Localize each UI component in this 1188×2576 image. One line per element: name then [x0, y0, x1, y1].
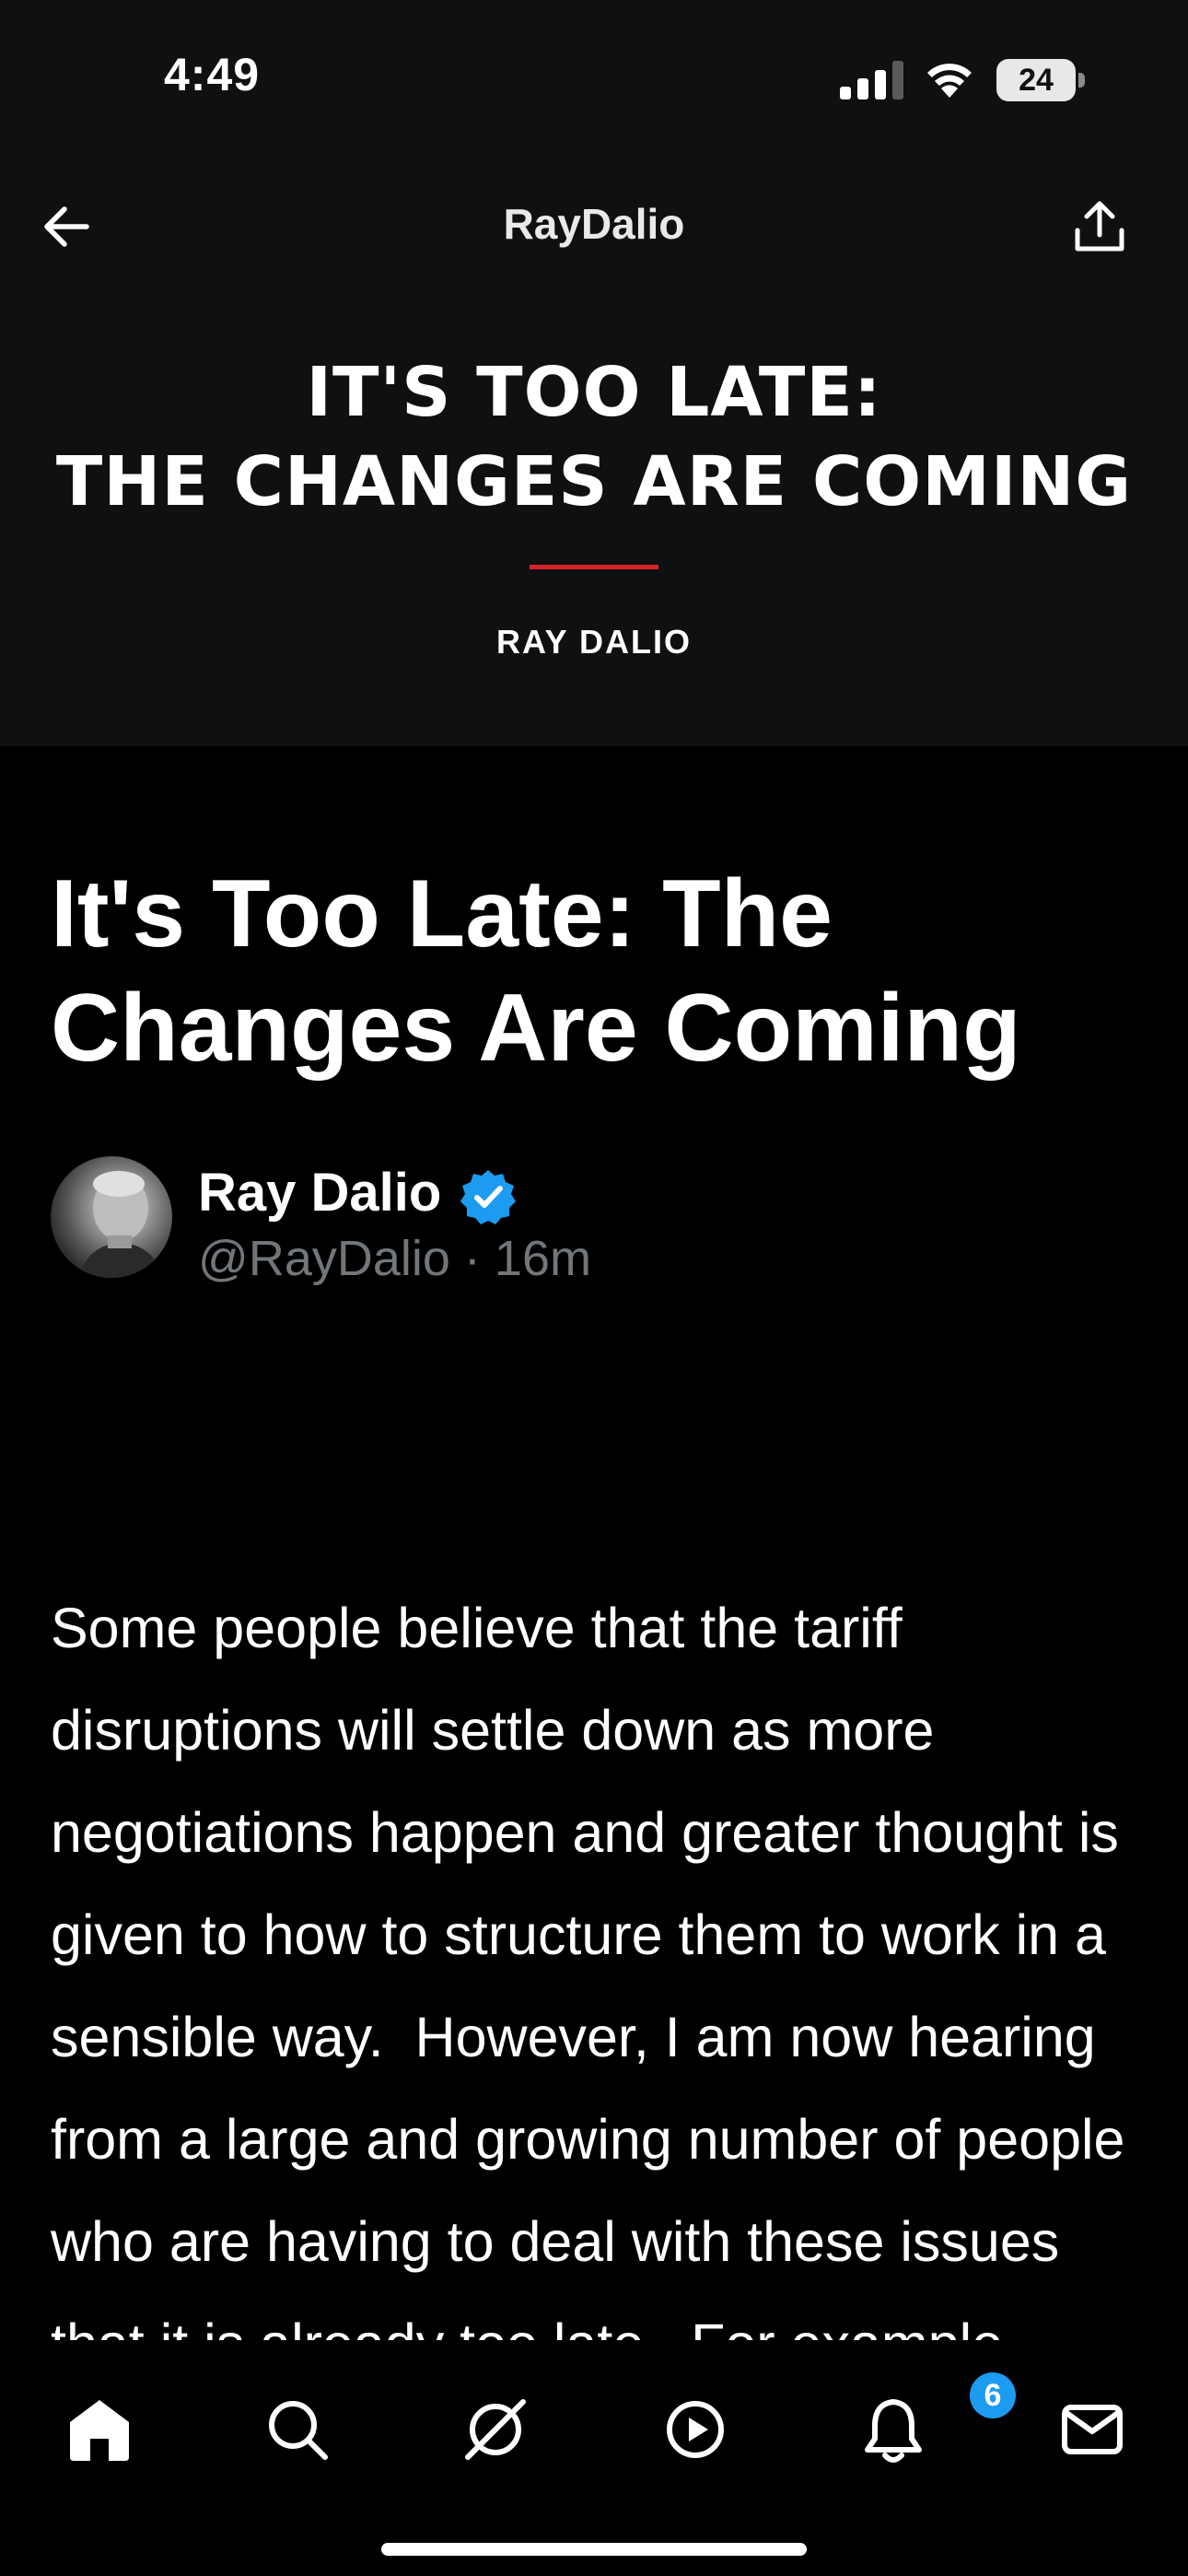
- article-banner: IT'S TOO LATE: THE CHANGES ARE COMING RA…: [0, 276, 1188, 746]
- status-time: 4:49: [164, 49, 261, 100]
- notifications-icon[interactable]: [856, 2393, 930, 2466]
- messages-icon[interactable]: [1055, 2393, 1129, 2466]
- status-bar: 4:49 24: [0, 0, 1188, 157]
- arrow-left-icon[interactable]: [33, 193, 99, 260]
- signal-icon: [840, 61, 903, 100]
- home-indicator[interactable]: [381, 2543, 807, 2556]
- avatar-portrait: [78, 1171, 163, 1278]
- video-icon[interactable]: [658, 2393, 732, 2466]
- search-icon[interactable]: [261, 2393, 334, 2466]
- verified-badge-icon: [460, 1170, 516, 1224]
- author-handle[interactable]: @RayDalio: [198, 1231, 450, 1286]
- home-icon[interactable]: [63, 2393, 136, 2466]
- battery-icon: 24: [996, 59, 1085, 101]
- banner-line-1: IT'S TOO LATE:: [306, 353, 882, 432]
- header-area: 4:49 24 RayDalio IT'S TOO LATE: THE CHAN…: [0, 0, 1188, 746]
- avatar[interactable]: [51, 1156, 172, 1278]
- author-row[interactable]: Ray Dalio @RayDalio · 16m: [51, 1156, 1137, 1287]
- banner-divider: [530, 565, 658, 569]
- wifi-icon: [927, 64, 972, 98]
- article-body: Some people believe that the tariff disr…: [51, 1373, 1147, 2340]
- author-meta: @RayDalio · 16m: [198, 1230, 591, 1287]
- article-title: It's Too Late: The Changes Are Coming: [51, 861, 1021, 1082]
- nav-title: RayDalio: [503, 200, 685, 248]
- author-name[interactable]: Ray Dalio: [198, 1162, 441, 1224]
- battery-level-text: 24: [1019, 63, 1054, 98]
- post-timestamp: 16m: [494, 1231, 591, 1286]
- screen: 4:49 24 RayDalio IT'S TOO LATE: THE CHAN…: [0, 0, 1188, 2576]
- notification-badge[interactable]: 6: [970, 2372, 1016, 2418]
- nav-bar: RayDalio: [0, 175, 1188, 276]
- tab-bar: 6: [0, 2345, 1188, 2576]
- banner-line-2: THE CHANGES ARE COMING: [55, 442, 1133, 521]
- battery-body: 24: [996, 59, 1076, 101]
- meta-separator: ·: [463, 1231, 481, 1286]
- grok-icon[interactable]: [459, 2393, 532, 2466]
- share-icon[interactable]: [1066, 193, 1133, 260]
- article-body-text: Some people believe that the tariff disr…: [51, 1597, 1125, 2340]
- battery-cap: [1078, 73, 1085, 88]
- banner-author: RAY DALIO: [495, 623, 693, 661]
